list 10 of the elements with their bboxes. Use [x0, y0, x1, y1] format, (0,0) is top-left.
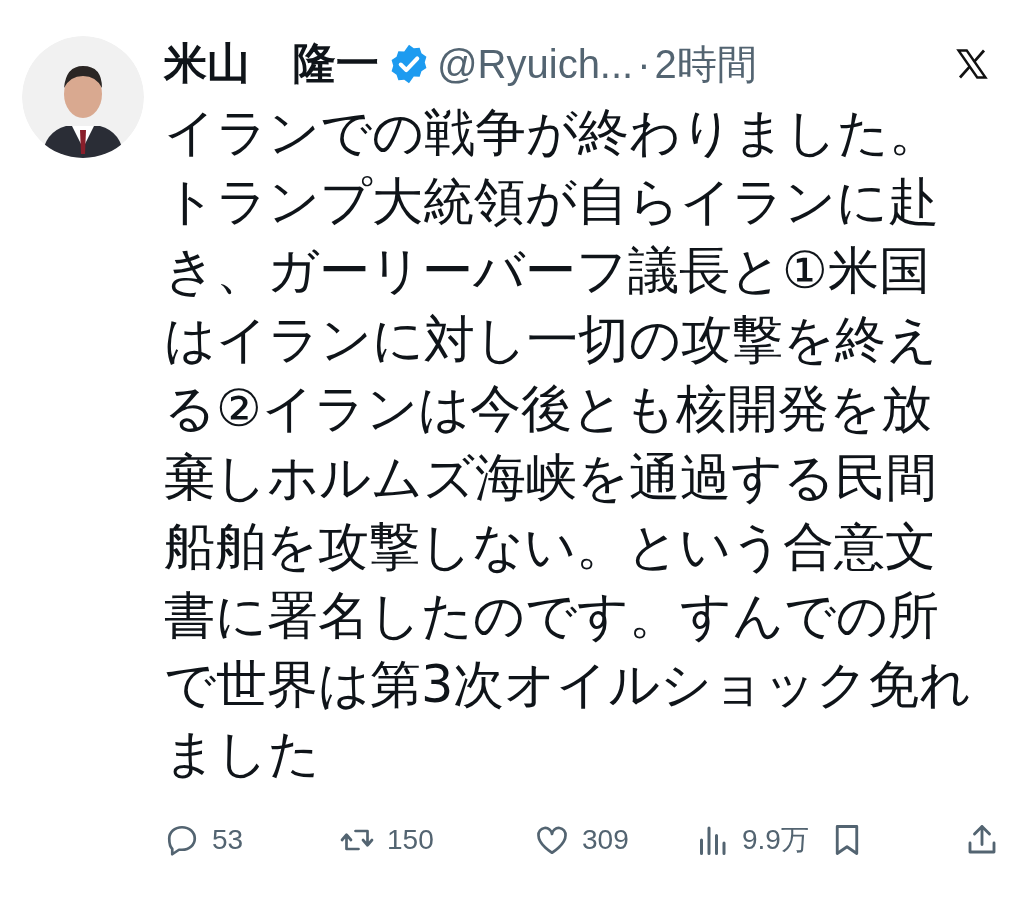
separator: · [637, 41, 651, 87]
author-handle[interactable]: @Ryuich... [437, 41, 634, 87]
post-time[interactable]: 2時間 [654, 36, 757, 92]
post-text: イランでの戦争が終わりました。トランプ大統領が自らイランに赴き、ガーリーバーフ議長と①米国はイランに対し一切の攻撃を終える②イランは今後とも核開発を放棄しホルムズ海峡を通過する民間船舶を攻撃しない。という合意文書に署名したのです。すんでの所で世界は第3次オイルショック免れました [164, 102, 973, 785]
x-logo-icon[interactable] [954, 46, 990, 82]
action-count: 309 [582, 824, 629, 856]
action-count: 53 [212, 824, 244, 856]
author-name[interactable]: 米山 隆一 [164, 35, 379, 93]
action-count: 150 [387, 824, 434, 856]
action-count: 9.9万 [742, 823, 809, 857]
